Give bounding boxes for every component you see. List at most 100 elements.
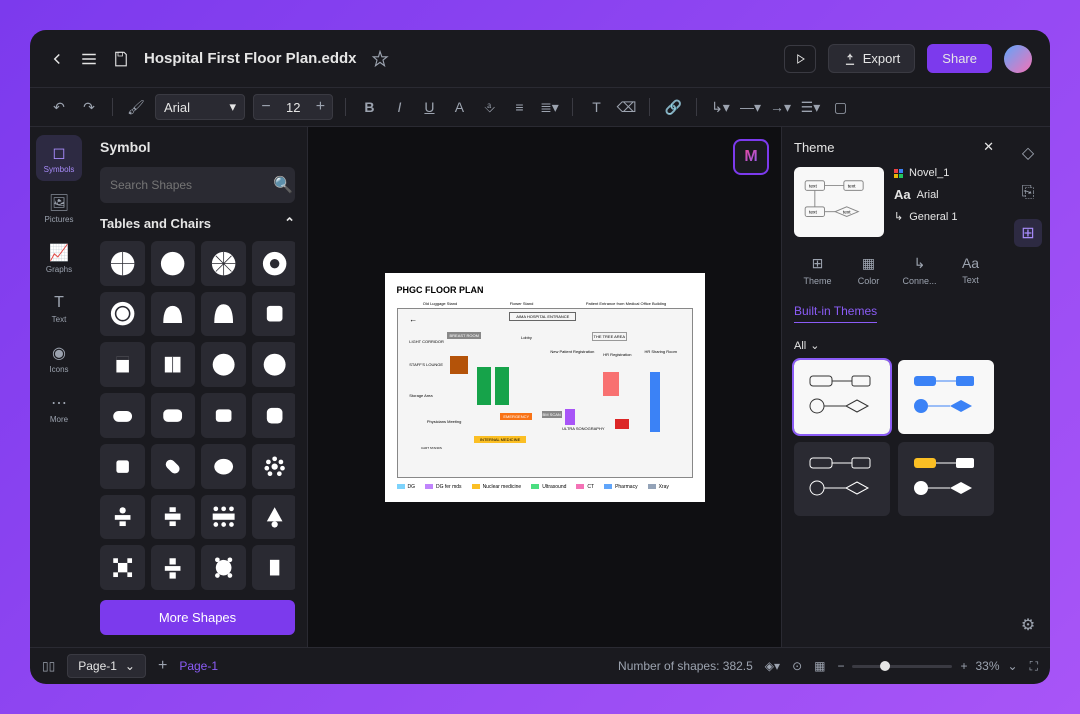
search-input[interactable]	[110, 178, 265, 192]
tab-theme[interactable]: ⊞Theme	[794, 249, 841, 292]
connector-button[interactable]: ↳▾	[709, 96, 731, 118]
shape-item[interactable]	[151, 342, 196, 387]
shape-item[interactable]	[100, 545, 145, 590]
fullscreen-icon[interactable]: ⛶	[1030, 659, 1038, 674]
list-button[interactable]: ☰▾	[799, 96, 821, 118]
canvas[interactable]: M PHGC FLOOR PLAN Old Luggage StandFlowe…	[308, 127, 781, 647]
shape-item[interactable]	[201, 444, 246, 489]
tab-text[interactable]: AaText	[947, 249, 994, 292]
shape-item[interactable]	[252, 393, 295, 438]
close-icon[interactable]: ✕	[983, 139, 994, 155]
layout-button[interactable]: ▢	[829, 96, 851, 118]
font-size-decrease[interactable]: −	[254, 95, 278, 119]
focus-icon[interactable]: ⊙	[792, 659, 802, 673]
rail-graphs[interactable]: 📈Graphs	[36, 235, 82, 281]
shape-item[interactable]	[252, 292, 295, 337]
page-tab[interactable]: Page-1	[179, 659, 218, 673]
share-button[interactable]: Share	[927, 44, 992, 73]
save-icon[interactable]	[112, 50, 130, 68]
align-button[interactable]: ≡	[508, 96, 530, 118]
shape-item[interactable]	[100, 393, 145, 438]
arrow-style-button[interactable]: →▾	[769, 96, 791, 118]
theme-card[interactable]	[794, 360, 890, 434]
shape-item[interactable]	[151, 241, 196, 286]
shape-item[interactable]	[100, 444, 145, 489]
clear-format-button[interactable]: ⌫	[615, 96, 637, 118]
shape-item[interactable]	[252, 444, 295, 489]
main-area: ◻Symbols 🖼Pictures 📈Graphs TText ◉Icons …	[30, 127, 1050, 647]
shape-item[interactable]	[201, 393, 246, 438]
font-size-increase[interactable]: +	[308, 95, 332, 119]
shape-item[interactable]	[151, 495, 196, 540]
theme-card[interactable]	[898, 442, 994, 516]
rail-symbols[interactable]: ◻Symbols	[36, 135, 82, 181]
page-select[interactable]: Page-1⌄	[67, 654, 146, 678]
zoom-in[interactable]: +	[960, 659, 967, 673]
rail-icons[interactable]: ◉Icons	[36, 335, 82, 381]
tab-color[interactable]: ▦Color	[845, 249, 892, 292]
settings-icon[interactable]: ⚙	[1014, 611, 1042, 639]
shape-item[interactable]	[151, 545, 196, 590]
star-icon[interactable]	[371, 50, 389, 68]
export-button[interactable]: Export	[828, 44, 916, 73]
add-page-button[interactable]: +	[158, 657, 167, 675]
theme-card[interactable]	[794, 442, 890, 516]
line-style-button[interactable]: —▾	[739, 96, 761, 118]
zoom-slider[interactable]	[852, 665, 952, 668]
search-shapes[interactable]: 🔍	[100, 167, 295, 203]
zoom-out[interactable]: −	[837, 659, 844, 673]
theme-tool-icon[interactable]: ⊞	[1014, 219, 1042, 247]
svg-text:text: text	[843, 210, 851, 216]
format-painter-icon[interactable]: 🖌	[125, 96, 147, 118]
ai-assistant-icon[interactable]: M	[733, 139, 769, 175]
shape-item[interactable]	[151, 444, 196, 489]
theme-panel: Theme ✕ texttexttexttext Novel_1 AaArial…	[781, 127, 1006, 647]
shape-item[interactable]	[151, 292, 196, 337]
shape-item[interactable]	[201, 545, 246, 590]
export-tool-icon[interactable]: ⎘	[1014, 179, 1042, 207]
shape-item[interactable]	[252, 342, 295, 387]
play-button[interactable]	[784, 45, 816, 73]
fill-tool-icon[interactable]: ◇	[1014, 139, 1042, 167]
shape-item[interactable]	[252, 495, 295, 540]
underline-button[interactable]: U	[418, 96, 440, 118]
shape-item[interactable]	[100, 241, 145, 286]
link-button[interactable]: 🔗	[662, 96, 684, 118]
menu-button[interactable]	[80, 50, 98, 68]
font-select[interactable]: Arial▾	[155, 94, 245, 120]
text-color-button[interactable]: A	[448, 96, 470, 118]
line-spacing-button[interactable]: ≣▾	[538, 96, 560, 118]
shape-item[interactable]	[201, 241, 246, 286]
shape-item[interactable]	[151, 393, 196, 438]
shape-item[interactable]	[201, 495, 246, 540]
shape-item[interactable]	[201, 342, 246, 387]
font-size-value[interactable]: 12	[278, 100, 308, 115]
pages-icon[interactable]: ▯▯	[42, 659, 55, 673]
highlight-button[interactable]: ⎀	[478, 96, 500, 118]
theme-filter-all[interactable]: All⌄	[794, 339, 994, 352]
bold-button[interactable]: B	[358, 96, 380, 118]
floor-plan-document[interactable]: PHGC FLOOR PLAN Old Luggage StandFlower …	[385, 273, 705, 502]
undo-button[interactable]: ↶	[48, 96, 70, 118]
theme-card[interactable]	[898, 360, 994, 434]
tab-connector[interactable]: ↳Conne...	[896, 249, 943, 292]
back-button[interactable]	[48, 50, 66, 68]
shape-item[interactable]	[100, 495, 145, 540]
rail-text[interactable]: TText	[36, 285, 82, 331]
rail-pictures[interactable]: 🖼Pictures	[36, 185, 82, 231]
shape-item[interactable]	[252, 241, 295, 286]
rail-more[interactable]: ⋯More	[36, 385, 82, 431]
shape-item[interactable]	[201, 292, 246, 337]
layers-icon[interactable]: ◈▾	[765, 659, 780, 673]
shape-item[interactable]	[100, 342, 145, 387]
shape-item[interactable]	[100, 292, 145, 337]
italic-button[interactable]: I	[388, 96, 410, 118]
shape-item[interactable]	[252, 545, 295, 590]
user-avatar[interactable]	[1004, 45, 1032, 73]
grid-icon[interactable]: ▦	[814, 659, 825, 673]
more-shapes-button[interactable]: More Shapes	[100, 600, 295, 635]
redo-button[interactable]: ↷	[78, 96, 100, 118]
text-tool-button[interactable]: T	[585, 96, 607, 118]
category-header[interactable]: Tables and Chairs ⌃	[100, 215, 295, 231]
zoom-dropdown-icon[interactable]: ⌄	[1008, 659, 1018, 673]
